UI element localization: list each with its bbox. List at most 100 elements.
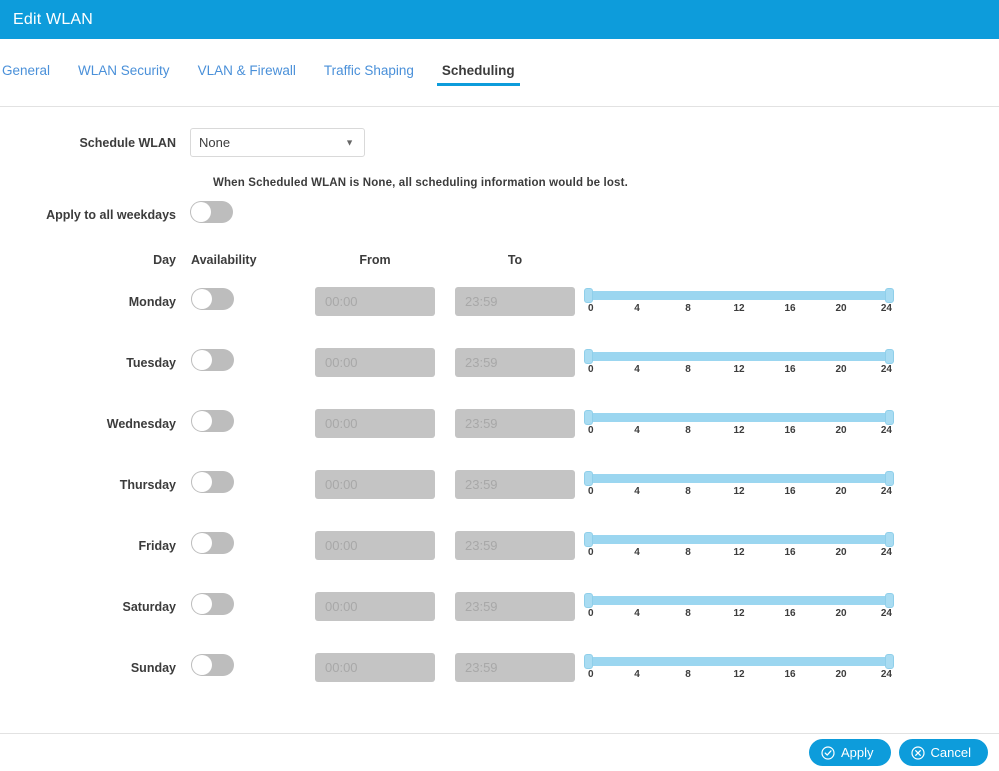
slider-track[interactable]: [584, 287, 894, 303]
availability-toggle[interactable]: [191, 410, 234, 432]
slider-tick-label: 24: [880, 424, 892, 436]
time-range-slider[interactable]: 0 4 8 12 16 20 24: [584, 653, 894, 683]
slider-track[interactable]: [584, 348, 894, 364]
slider-track[interactable]: [584, 531, 894, 547]
tab-scheduling[interactable]: Scheduling: [436, 39, 520, 86]
slider-tick-label: 12: [733, 302, 745, 314]
slider-handle-start[interactable]: [584, 531, 593, 547]
slider-tick-label: 12: [733, 546, 745, 558]
column-header-availability: Availability: [191, 253, 257, 267]
slider-tick-label: 0: [588, 424, 594, 436]
slider-tick-label: 4: [634, 485, 640, 497]
slider-tick-label: 20: [835, 546, 847, 558]
slider-cell: 0 4 8 12 16 20 24: [584, 393, 999, 454]
time-range-slider[interactable]: 0 4 8 12 16 20 24: [584, 348, 894, 378]
availability-toggle[interactable]: [191, 654, 234, 676]
tab-traffic-shaping[interactable]: Traffic Shaping: [324, 39, 414, 86]
cancel-button[interactable]: Cancel: [898, 739, 988, 766]
scheduling-hint-text: When Scheduled WLAN is None, all schedul…: [213, 177, 628, 189]
schedule-table-body: Monday04812162024Tuesday04812162024Wedne…: [0, 271, 999, 698]
slider-tick-label: 12: [733, 363, 745, 375]
tab-wlan-security[interactable]: WLAN Security: [78, 39, 170, 86]
from-time-input[interactable]: [315, 470, 435, 499]
slider-cell: 0 4 8 12 16 20 24: [584, 271, 999, 332]
time-range-slider[interactable]: 0 4 8 12 16 20 24: [584, 531, 894, 561]
schedule-wlan-label: Schedule WLAN: [79, 135, 176, 150]
slider-cell: 0 4 8 12 16 20 24: [584, 576, 999, 637]
tab-vlan-firewall[interactable]: VLAN & Firewall: [198, 39, 296, 86]
table-row: Friday 0 4 8 12 16 20 24: [0, 515, 999, 576]
time-range-slider[interactable]: 0 4 8 12 16 20 24: [584, 470, 894, 500]
slider-tick-label: 0: [588, 485, 594, 497]
slider-tick-label: 16: [784, 363, 796, 375]
apply-all-weekdays-toggle[interactable]: [190, 201, 233, 223]
schedule-wlan-select[interactable]: None: [190, 128, 365, 157]
slider-tick-labels: 0 4 8 12 16 20 24: [586, 547, 892, 561]
availability-toggle[interactable]: [191, 288, 234, 310]
from-cell: [305, 454, 445, 515]
from-time-input[interactable]: [315, 592, 435, 621]
slider-handle-start[interactable]: [584, 348, 593, 364]
slider-handle-start[interactable]: [584, 409, 593, 425]
from-time-input[interactable]: [315, 531, 435, 560]
page-title: Edit WLAN: [13, 10, 94, 28]
tab-general[interactable]: General: [2, 39, 50, 86]
slider-tick-label: 8: [685, 485, 691, 497]
to-time-input[interactable]: [455, 348, 575, 377]
slider-handle-end[interactable]: [885, 653, 894, 669]
toggle-knob: [192, 594, 212, 614]
toggle-knob: [192, 533, 212, 553]
from-time-input[interactable]: [315, 348, 435, 377]
availability-cell: [190, 454, 305, 515]
to-time-input[interactable]: [455, 531, 575, 560]
slider-handle-start[interactable]: [584, 287, 593, 303]
from-time-input[interactable]: [315, 409, 435, 438]
slider-tick-label: 8: [685, 546, 691, 558]
to-time-input[interactable]: [455, 287, 575, 316]
availability-toggle[interactable]: [191, 349, 234, 371]
apply-button[interactable]: Apply: [809, 739, 891, 766]
from-time-input[interactable]: [315, 653, 435, 682]
to-time-input[interactable]: [455, 409, 575, 438]
table-row: Saturday 0 4 8 12 16 20 24: [0, 576, 999, 637]
to-time-input[interactable]: [455, 592, 575, 621]
slider-track[interactable]: [584, 653, 894, 669]
slider-tick-label: 8: [685, 302, 691, 314]
slider-tick-label: 16: [784, 607, 796, 619]
schedule-wlan-label-cell: Schedule WLAN: [0, 136, 190, 150]
slider-handle-end[interactable]: [885, 409, 894, 425]
day-label: Monday: [128, 294, 176, 309]
time-range-slider[interactable]: 0 4 8 12 16 20 24: [584, 287, 894, 317]
slider-handle-start[interactable]: [584, 592, 593, 608]
slider-track[interactable]: [584, 470, 894, 486]
toggle-knob: [192, 350, 212, 370]
slider-handle-end[interactable]: [885, 287, 894, 303]
slider-tick-label: 0: [588, 607, 594, 619]
from-time-input[interactable]: [315, 287, 435, 316]
apply-button-label: Apply: [841, 745, 874, 760]
time-range-slider[interactable]: 0 4 8 12 16 20 24: [584, 592, 894, 622]
slider-handle-end[interactable]: [885, 531, 894, 547]
slider-cell: 0 4 8 12 16 20 24: [584, 332, 999, 393]
time-range-slider[interactable]: 0 4 8 12 16 20 24: [584, 409, 894, 439]
toggle-knob: [191, 202, 211, 222]
toggle-knob: [192, 289, 212, 309]
slider-handle-end[interactable]: [885, 348, 894, 364]
to-cell: [445, 515, 585, 576]
slider-tick-label: 4: [634, 668, 640, 680]
to-time-input[interactable]: [455, 470, 575, 499]
slider-handle-start[interactable]: [584, 653, 593, 669]
slider-track[interactable]: [584, 592, 894, 608]
to-time-input[interactable]: [455, 653, 575, 682]
slider-track[interactable]: [584, 409, 894, 425]
schedule-table-header-row: Day Availability From To: [0, 252, 999, 271]
availability-cell: [190, 332, 305, 393]
toggle-knob: [192, 472, 212, 492]
availability-toggle[interactable]: [191, 593, 234, 615]
availability-toggle[interactable]: [191, 471, 234, 493]
to-cell: [445, 332, 585, 393]
slider-handle-end[interactable]: [885, 470, 894, 486]
availability-toggle[interactable]: [191, 532, 234, 554]
slider-handle-end[interactable]: [885, 592, 894, 608]
slider-handle-start[interactable]: [584, 470, 593, 486]
